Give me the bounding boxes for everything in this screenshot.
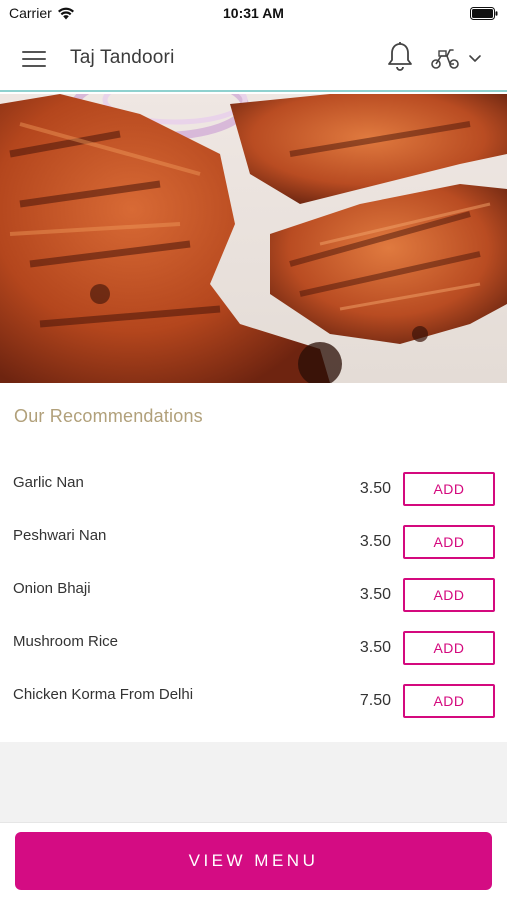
recommendations-heading: Our Recommendations [14, 406, 203, 426]
status-time: 10:31 AM [223, 5, 284, 21]
hamburger-menu-icon[interactable] [22, 48, 48, 70]
hero-food-image [0, 94, 507, 383]
scooter-icon [431, 49, 459, 69]
list-item: Onion Bhaji 3.50 ADD [0, 568, 507, 621]
restaurant-title: Taj Tandoori [70, 47, 175, 68]
item-name: Onion Bhaji [13, 580, 91, 597]
item-name: Peshwari Nan [13, 527, 107, 544]
view-menu-button[interactable]: VIEW MENU [15, 832, 492, 890]
add-button[interactable]: ADD [403, 631, 495, 665]
app-header: Taj Tandoori [0, 26, 507, 92]
add-button[interactable]: ADD [403, 525, 495, 559]
add-button[interactable]: ADD [403, 472, 495, 506]
item-price: 3.50 [359, 480, 391, 497]
item-price: 3.50 [359, 533, 391, 550]
chevron-down-icon [469, 55, 481, 62]
list-item: Chicken Korma From Delhi 7.50 ADD [0, 674, 507, 727]
add-button[interactable]: ADD [403, 684, 495, 718]
add-button[interactable]: ADD [403, 578, 495, 612]
bottom-action-bar: VIEW MENU [0, 822, 507, 900]
list-item: Garlic Nan 3.50 ADD [0, 462, 507, 515]
item-name: Chicken Korma From Delhi [13, 686, 194, 703]
list-item: Peshwari Nan 3.50 ADD [0, 515, 507, 568]
bell-icon[interactable] [386, 41, 414, 73]
battery-icon [470, 7, 498, 23]
item-name: Garlic Nan [13, 474, 84, 491]
recommendations-list: Garlic Nan 3.50 ADD Peshwari Nan 3.50 AD… [0, 462, 507, 727]
status-bar: Carrier 10:31 AM [0, 0, 507, 26]
item-name: Mushroom Rice [13, 633, 119, 650]
delivery-mode-selector[interactable] [430, 44, 492, 72]
list-item: Mushroom Rice 3.50 ADD [0, 621, 507, 674]
item-price: 3.50 [359, 639, 391, 656]
content-background [0, 742, 507, 822]
item-price: 7.50 [359, 692, 391, 709]
item-price: 3.50 [359, 586, 391, 603]
